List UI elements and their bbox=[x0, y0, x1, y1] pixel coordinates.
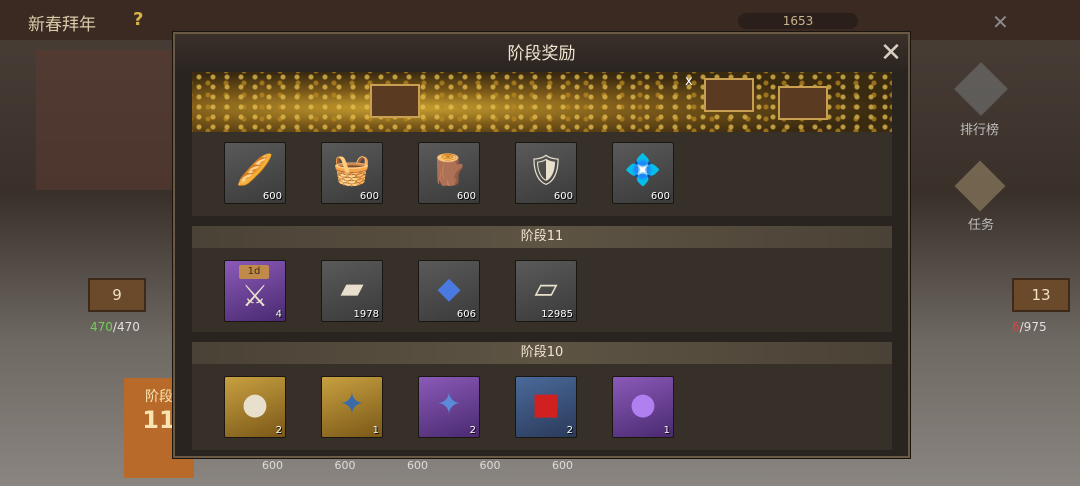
event-close-icon[interactable]: ✕ bbox=[992, 10, 1009, 34]
treasure-chest-icon bbox=[370, 84, 420, 118]
treasure-banner: x bbox=[192, 72, 892, 132]
reward-qty: 600 bbox=[553, 191, 573, 202]
treasure-chest-icon bbox=[704, 78, 754, 112]
iron-ingot-icon: ▱ bbox=[534, 271, 558, 306]
speedup-gather-icon: 🥖 bbox=[236, 153, 274, 188]
purple-orb-icon: ● bbox=[629, 387, 657, 422]
reward-item[interactable]: ● 2 bbox=[224, 376, 286, 438]
left-progress-total: /470 bbox=[112, 320, 140, 334]
reward-item[interactable]: 🥖 600 bbox=[224, 142, 286, 204]
reward-item[interactable]: 🧺 600 bbox=[321, 142, 383, 204]
reward-item[interactable]: 🛡 600 bbox=[515, 142, 577, 204]
speedup-food-icon: 🧺 bbox=[333, 153, 371, 188]
reward-qty: 1 bbox=[663, 425, 670, 436]
stage-10-header: 阶段10 bbox=[192, 342, 892, 364]
right-progress-done: 6 bbox=[1012, 320, 1020, 334]
right-progress-total: /975 bbox=[1019, 320, 1047, 334]
reward-item[interactable]: ▱ 12985 bbox=[515, 260, 577, 322]
event-title: 新春拜年 bbox=[28, 15, 96, 35]
gold-puzzle-icon: ✦ bbox=[339, 387, 365, 422]
left-progress: 470/470 bbox=[90, 320, 140, 334]
reward-row-top: 🥖 600 🧺 600 🪵 600 🛡 600 💠 600 bbox=[192, 132, 892, 216]
speedup-gem-icon: 💠 bbox=[624, 153, 662, 188]
reward-item[interactable]: ● 1 bbox=[612, 376, 674, 438]
leaderboard-label[interactable]: 排行榜 bbox=[960, 119, 999, 138]
reward-qty: 606 bbox=[456, 309, 476, 320]
reward-item[interactable]: ▰ 1978 bbox=[321, 260, 383, 322]
banner-close-icon: x bbox=[685, 74, 693, 89]
reward-qty: 1978 bbox=[353, 309, 379, 320]
right-stage-sign: 13 bbox=[1012, 278, 1070, 312]
reward-qty: 600 bbox=[262, 191, 282, 202]
reward-qty: 2 bbox=[275, 425, 282, 436]
speedup-stone-icon: 🛡 bbox=[526, 153, 566, 188]
right-progress: 6/975 bbox=[1012, 320, 1047, 334]
scene-building bbox=[36, 50, 176, 190]
modal-header: 阶段奖励 bbox=[175, 34, 908, 72]
equipment-1d-icon: ⚔ bbox=[241, 279, 269, 314]
reward-qty: 600 bbox=[650, 191, 670, 202]
reward-qty: 600 bbox=[456, 191, 476, 202]
reward-qty: 1 bbox=[372, 425, 379, 436]
reward-item[interactable]: ✦ 1 bbox=[321, 376, 383, 438]
reward-item[interactable]: 1d ⚔ 4 bbox=[224, 260, 286, 322]
task-label[interactable]: 任务 bbox=[968, 214, 994, 233]
reward-row-stage-10: ● 2 ✦ 1 ✦ 2 ■ 2 ● 1 bbox=[192, 364, 892, 450]
reward-item[interactable]: 🪵 600 bbox=[418, 142, 480, 204]
reward-qty: 2 bbox=[566, 425, 573, 436]
red-envelope-icon: ■ bbox=[531, 387, 561, 422]
reward-item[interactable]: ✦ 2 bbox=[418, 376, 480, 438]
reward-item[interactable]: ◆ 606 bbox=[418, 260, 480, 322]
reward-qty: 4 bbox=[275, 309, 282, 320]
stage-11-header: 阶段11 bbox=[192, 226, 892, 248]
reward-item[interactable]: ■ 2 bbox=[515, 376, 577, 438]
stage-rewards-modal: 阶段奖励 ✕ x 🥖 600 🧺 600 🪵 600 🛡 600 💠 600 阶… bbox=[173, 32, 910, 458]
reward-item[interactable]: 💠 600 bbox=[612, 142, 674, 204]
left-stage-sign: 9 bbox=[88, 278, 146, 312]
reward-row-stage-11: 1d ⚔ 4 ▰ 1978 ◆ 606 ▱ 12985 bbox=[192, 248, 892, 332]
leaderboard-icon[interactable] bbox=[954, 62, 1008, 116]
close-icon[interactable]: ✕ bbox=[878, 40, 904, 66]
gold-orb-icon: ● bbox=[241, 387, 269, 422]
blue-ore-icon: ◆ bbox=[437, 271, 461, 306]
help-icon[interactable]: ? bbox=[133, 9, 143, 30]
reward-qty: 2 bbox=[469, 425, 476, 436]
speedup-wood-icon: 🪵 bbox=[430, 153, 468, 188]
reward-qty: 600 bbox=[359, 191, 379, 202]
modal-title: 阶段奖励 bbox=[507, 44, 576, 64]
silver-ingot-icon: ▰ bbox=[340, 271, 364, 306]
left-progress-done: 470 bbox=[90, 320, 113, 334]
currency-counter: 1653 bbox=[738, 13, 858, 29]
reward-qty: 12985 bbox=[541, 309, 573, 320]
bottom-reward-quantities: 600 600 600 600 600 bbox=[262, 459, 573, 472]
treasure-chest-icon bbox=[778, 86, 828, 120]
task-icon[interactable] bbox=[954, 160, 1006, 212]
purple-puzzle-icon: ✦ bbox=[436, 387, 462, 422]
